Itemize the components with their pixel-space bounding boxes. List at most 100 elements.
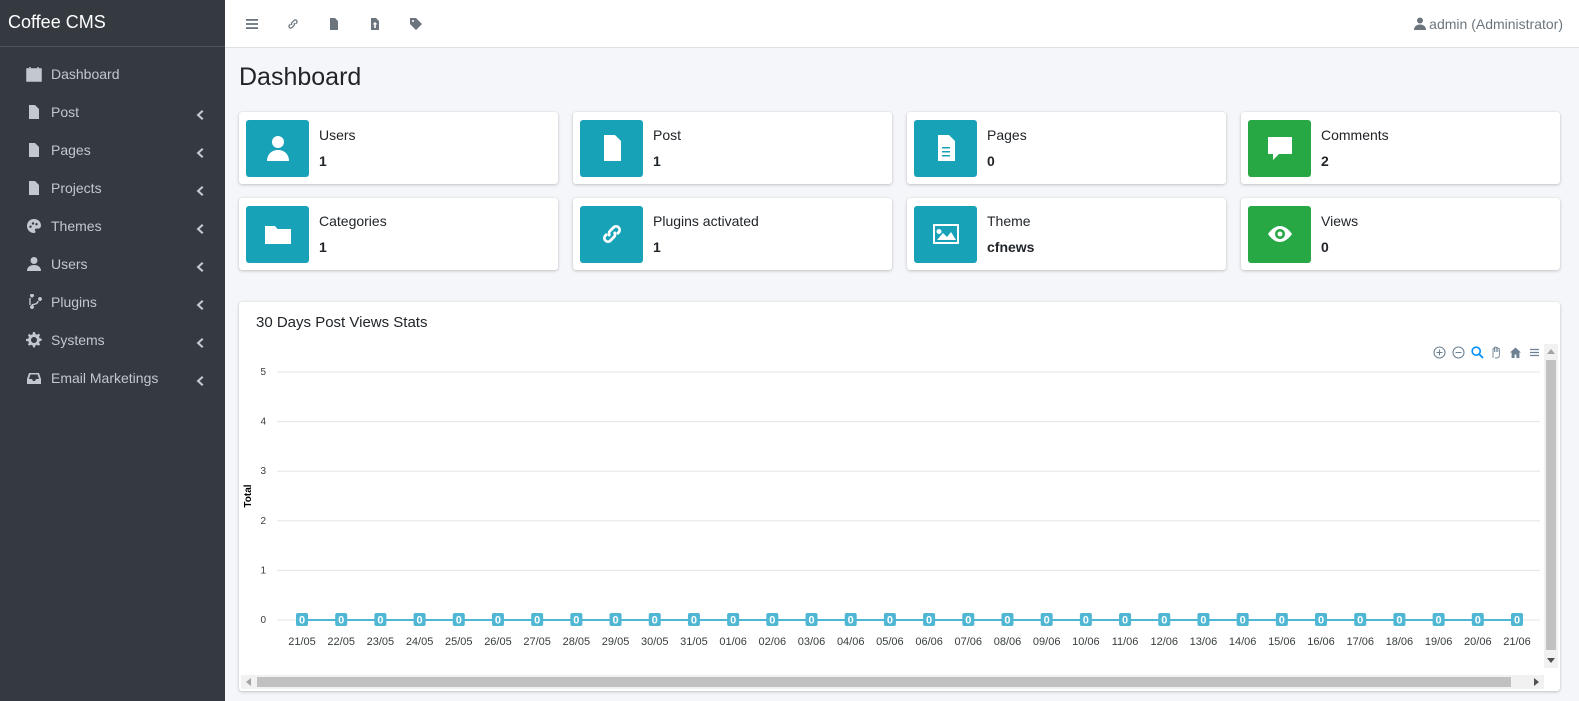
info-box-users: Users 1 — [239, 112, 558, 184]
x-tick-label: 14/06 — [1229, 636, 1257, 648]
info-box-grid: Users 1 Post 1 Pages 0 Comments 2 Categories 1 Plu… — [239, 112, 1565, 270]
x-tick-label: 02/06 — [759, 636, 787, 648]
sidebar-item-post[interactable]: Post — [0, 93, 225, 131]
data-label: 0 — [730, 615, 736, 627]
data-label: 0 — [1083, 615, 1089, 627]
file-icon[interactable] — [313, 4, 354, 44]
info-box-label: Pages — [987, 127, 1027, 143]
y-axis-title: Total — [243, 484, 254, 507]
eye-icon — [1248, 205, 1311, 263]
sidebar-nav: Dashboard Post Pages Projects Themes Users Plu… — [0, 47, 225, 397]
x-tick-label: 01/06 — [719, 636, 747, 648]
data-label: 0 — [1475, 615, 1481, 627]
gear-icon — [25, 331, 43, 349]
data-label: 0 — [1396, 615, 1402, 627]
x-tick-label: 31/05 — [680, 636, 708, 648]
menu-icon[interactable] — [231, 4, 272, 44]
data-label: 0 — [887, 615, 893, 627]
info-box-label: Post — [653, 127, 682, 143]
y-tick-label: 0 — [260, 615, 266, 626]
chevron-left-icon — [195, 145, 205, 158]
data-label: 0 — [1004, 615, 1010, 627]
sidebar-item-systems[interactable]: Systems — [0, 321, 225, 359]
data-label: 0 — [848, 615, 854, 627]
info-box-value: cfnews — [987, 239, 1035, 255]
data-label: 0 — [495, 615, 501, 627]
sidebar-item-label: Projects — [51, 180, 102, 196]
chevron-left-icon — [195, 297, 205, 310]
file-upload-icon[interactable] — [354, 4, 395, 44]
horizontal-scrollbar[interactable] — [241, 675, 1544, 689]
data-label: 0 — [338, 615, 344, 627]
data-label: 0 — [1357, 615, 1363, 627]
x-tick-label: 16/06 — [1307, 636, 1335, 648]
zoom-in-icon[interactable] — [1432, 345, 1447, 360]
chevron-left-icon — [195, 259, 205, 272]
sidebar-item-plugins[interactable]: Plugins — [0, 283, 225, 321]
info-box-value: 1 — [319, 239, 327, 255]
sidebar: Coffee CMS Dashboard Post Pages Projects The… — [0, 0, 225, 701]
comment-icon — [1248, 119, 1311, 177]
info-box-post: Post 1 — [573, 112, 892, 184]
info-box-comments: Comments 2 — [1241, 112, 1560, 184]
data-label: 0 — [377, 615, 383, 627]
data-label: 0 — [1436, 615, 1442, 627]
info-box-theme: Theme cfnews — [907, 198, 1226, 270]
x-tick-label: 03/06 — [798, 636, 826, 648]
info-box-label: Categories — [319, 213, 387, 229]
selection-zoom-icon[interactable] — [1470, 345, 1485, 360]
reset-home-icon[interactable] — [1508, 345, 1523, 360]
sidebar-item-email-marketings[interactable]: Email Marketings — [0, 359, 225, 397]
x-tick-label: 30/05 — [641, 636, 669, 648]
sidebar-item-label: Themes — [51, 218, 102, 234]
x-tick-label: 09/06 — [1033, 636, 1061, 648]
x-tick-label: 27/05 — [523, 636, 551, 648]
x-tick-label: 20/06 — [1464, 636, 1492, 648]
vertical-scrollbar-thumb[interactable] — [1546, 360, 1556, 650]
y-tick-label: 1 — [260, 565, 266, 576]
info-box-plugins-activated: Plugins activated 1 — [573, 198, 892, 270]
info-box-value: 2 — [1321, 153, 1329, 169]
folder-icon — [246, 205, 309, 263]
x-tick-label: 06/06 — [915, 636, 943, 648]
sidebar-item-themes[interactable]: Themes — [0, 207, 225, 245]
pan-hand-icon[interactable] — [1489, 345, 1504, 360]
zoom-out-icon[interactable] — [1451, 345, 1466, 360]
chart-menu-icon[interactable] — [1527, 345, 1542, 360]
chevron-left-icon — [195, 335, 205, 348]
data-label: 0 — [299, 615, 305, 627]
y-tick-label: 5 — [260, 367, 266, 378]
x-tick-label: 05/06 — [876, 636, 904, 648]
info-box-views: Views 0 — [1241, 198, 1560, 270]
brand-title[interactable]: Coffee CMS — [0, 0, 225, 47]
data-label: 0 — [1279, 615, 1285, 627]
link-icon[interactable] — [272, 4, 313, 44]
user-menu[interactable]: admin (Administrator) — [1414, 16, 1563, 32]
data-label: 0 — [573, 615, 579, 627]
horizontal-scrollbar-thumb[interactable] — [257, 677, 1511, 687]
data-label: 0 — [612, 615, 618, 627]
palette-icon — [25, 217, 43, 235]
sidebar-item-projects[interactable]: Projects — [0, 169, 225, 207]
info-box-value: 1 — [319, 153, 327, 169]
tag-icon[interactable] — [395, 4, 436, 44]
info-box-label: Plugins activated — [653, 213, 759, 229]
chart-card: 30 Days Post Views Stats 0 1 2 3 4 5 Total 0 0 0 0… — [239, 302, 1560, 691]
inbox-icon — [25, 369, 43, 387]
x-tick-label: 21/06 — [1503, 636, 1531, 648]
x-tick-label: 21/05 — [288, 636, 316, 648]
data-label: 0 — [965, 615, 971, 627]
sidebar-item-label: Users — [51, 256, 88, 272]
vertical-scrollbar[interactable] — [1544, 344, 1558, 668]
x-tick-label: 29/05 — [602, 636, 630, 648]
data-label: 0 — [534, 615, 540, 627]
info-box-label: Users — [319, 127, 356, 143]
x-tick-label: 10/06 — [1072, 636, 1100, 648]
x-tick-label: 22/05 — [327, 636, 355, 648]
sidebar-item-dashboard[interactable]: Dashboard — [0, 55, 225, 93]
x-tick-label: 26/05 — [484, 636, 512, 648]
x-tick-label: 08/06 — [994, 636, 1022, 648]
sidebar-item-pages[interactable]: Pages — [0, 131, 225, 169]
sidebar-item-users[interactable]: Users — [0, 245, 225, 283]
chart-toolbar — [1432, 345, 1542, 360]
